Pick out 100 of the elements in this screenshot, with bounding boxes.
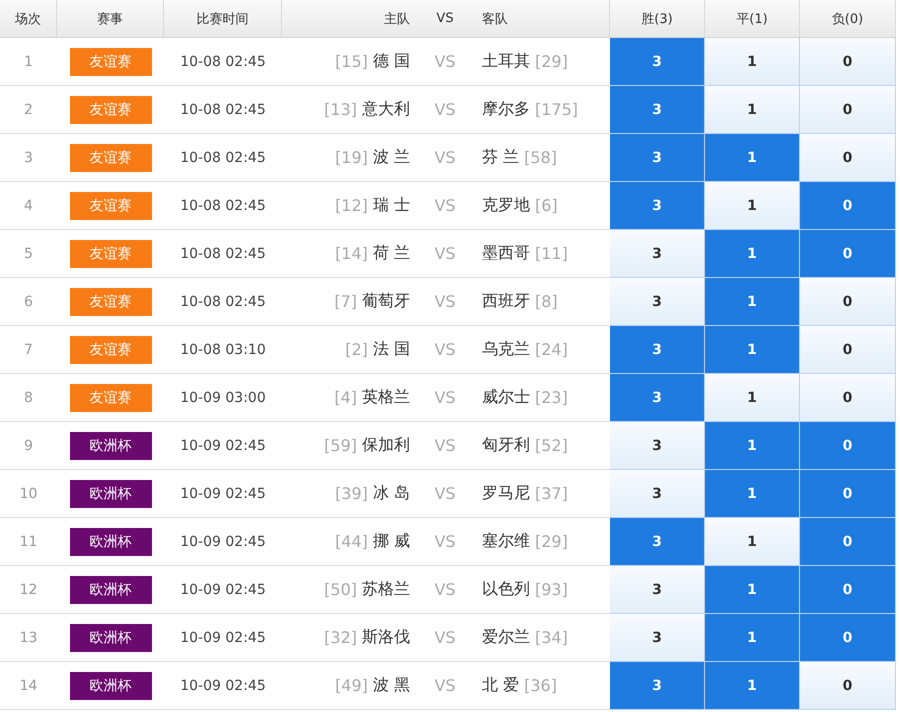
- match-time: 10-09 03:00: [179, 388, 267, 408]
- odds-option[interactable]: 0: [800, 614, 896, 662]
- odds-option[interactable]: 3: [610, 182, 705, 230]
- match-time: 10-08 02:45: [179, 196, 267, 216]
- odds-option[interactable]: 1: [705, 230, 800, 278]
- odds-option[interactable]: 1: [705, 278, 800, 326]
- odds-option[interactable]: 0: [800, 566, 896, 614]
- league-tag: 欧洲杯: [70, 576, 152, 604]
- away-team: 爱尔兰: [482, 627, 530, 648]
- odds-option[interactable]: 1: [705, 422, 800, 470]
- odds-option[interactable]: 3: [610, 470, 705, 518]
- away-team: 克罗地: [482, 195, 530, 216]
- column-header: 赛事: [57, 0, 164, 37]
- versus-label: VS: [433, 147, 457, 169]
- versus-label: VS: [433, 483, 457, 505]
- odds-option[interactable]: 1: [705, 662, 800, 710]
- team-rank: [4]: [334, 388, 357, 407]
- match-time: 10-09 02:45: [179, 436, 267, 456]
- odds-option[interactable]: 1: [705, 566, 800, 614]
- away-team: 芬 兰: [482, 147, 520, 168]
- odds-option[interactable]: 1: [705, 470, 800, 518]
- odds-option[interactable]: 3: [610, 38, 705, 86]
- odds-option[interactable]: 0: [800, 374, 896, 422]
- odds-option[interactable]: 1: [705, 374, 800, 422]
- match-time: 10-09 02:45: [179, 676, 267, 696]
- home-team: 波 兰: [372, 147, 410, 168]
- odds-option[interactable]: 0: [800, 182, 896, 230]
- odds-option[interactable]: 3: [610, 566, 705, 614]
- away-team: 匈牙利: [482, 435, 530, 456]
- league-tag: 欧洲杯: [70, 432, 152, 460]
- match-number: 13: [18, 628, 38, 648]
- odds-option[interactable]: 0: [800, 662, 896, 710]
- odds-option[interactable]: 3: [610, 326, 705, 374]
- match-number: 8: [23, 388, 34, 408]
- match-number: 12: [18, 580, 38, 600]
- away-team: 墨西哥: [482, 243, 530, 264]
- match-number: 11: [18, 532, 38, 552]
- odds-option[interactable]: 3: [610, 614, 705, 662]
- team-rank: [2]: [345, 340, 368, 359]
- team-rank: [11]: [535, 244, 568, 263]
- column-header: 比赛时间: [164, 0, 282, 37]
- column-header: 主队: [383, 10, 411, 28]
- odds-option[interactable]: 0: [800, 422, 896, 470]
- column-header: VS: [435, 10, 455, 28]
- odds-option[interactable]: 3: [610, 662, 705, 710]
- odds-option[interactable]: 0: [800, 86, 896, 134]
- away-team: 威尔士: [482, 387, 530, 408]
- versus-label: VS: [433, 51, 457, 73]
- odds-option[interactable]: 3: [610, 230, 705, 278]
- team-rank: [13]: [324, 100, 357, 119]
- match-time: 10-08 02:45: [179, 292, 267, 312]
- odds-option[interactable]: 0: [800, 470, 896, 518]
- odds-option[interactable]: 1: [705, 134, 800, 182]
- match-number: 7: [23, 340, 34, 360]
- league-tag: 友谊赛: [70, 288, 152, 316]
- away-team: 塞尔维: [482, 531, 530, 552]
- odds-option[interactable]: 3: [610, 86, 705, 134]
- odds-option[interactable]: 0: [800, 518, 896, 566]
- column-header: 胜(3): [610, 0, 705, 37]
- team-rank: [37]: [535, 484, 568, 503]
- odds-option[interactable]: 1: [705, 38, 800, 86]
- odds-option[interactable]: 3: [610, 518, 705, 566]
- versus-label: VS: [433, 435, 457, 457]
- away-team: 乌克兰: [482, 339, 530, 360]
- league-tag: 友谊赛: [70, 48, 152, 76]
- home-team: 德 国: [372, 51, 410, 72]
- odds-option[interactable]: 0: [800, 38, 896, 86]
- odds-option[interactable]: 3: [610, 134, 705, 182]
- home-team: 瑞 士: [372, 195, 410, 216]
- odds-option[interactable]: 0: [800, 134, 896, 182]
- away-team: 西班牙: [482, 291, 530, 312]
- league-tag: 友谊赛: [70, 96, 152, 124]
- match-number: 1: [23, 52, 34, 72]
- versus-label: VS: [433, 243, 457, 265]
- league-tag: 友谊赛: [70, 192, 152, 220]
- odds-option[interactable]: 0: [800, 230, 896, 278]
- odds-option[interactable]: 1: [705, 86, 800, 134]
- team-rank: [12]: [335, 196, 368, 215]
- home-team: 葡萄牙: [362, 291, 410, 312]
- odds-option[interactable]: 1: [705, 614, 800, 662]
- team-rank: [58]: [524, 148, 557, 167]
- odds-option[interactable]: 1: [705, 518, 800, 566]
- odds-option[interactable]: 1: [705, 326, 800, 374]
- odds-option[interactable]: 3: [610, 422, 705, 470]
- odds-option[interactable]: 3: [610, 278, 705, 326]
- away-team: 北 爱: [482, 675, 520, 696]
- home-team: 波 黑: [372, 675, 410, 696]
- versus-label: VS: [433, 627, 457, 649]
- team-rank: [59]: [324, 436, 357, 455]
- team-rank: [39]: [335, 484, 368, 503]
- home-team: 英格兰: [362, 387, 410, 408]
- match-number: 3: [23, 148, 34, 168]
- odds-option[interactable]: 0: [800, 278, 896, 326]
- odds-option[interactable]: 1: [705, 182, 800, 230]
- column-header: 平(1): [705, 0, 800, 37]
- team-rank: [8]: [535, 292, 558, 311]
- odds-option[interactable]: 3: [610, 374, 705, 422]
- team-rank: [7]: [334, 292, 357, 311]
- odds-option[interactable]: 0: [800, 326, 896, 374]
- match-number: 5: [23, 244, 34, 264]
